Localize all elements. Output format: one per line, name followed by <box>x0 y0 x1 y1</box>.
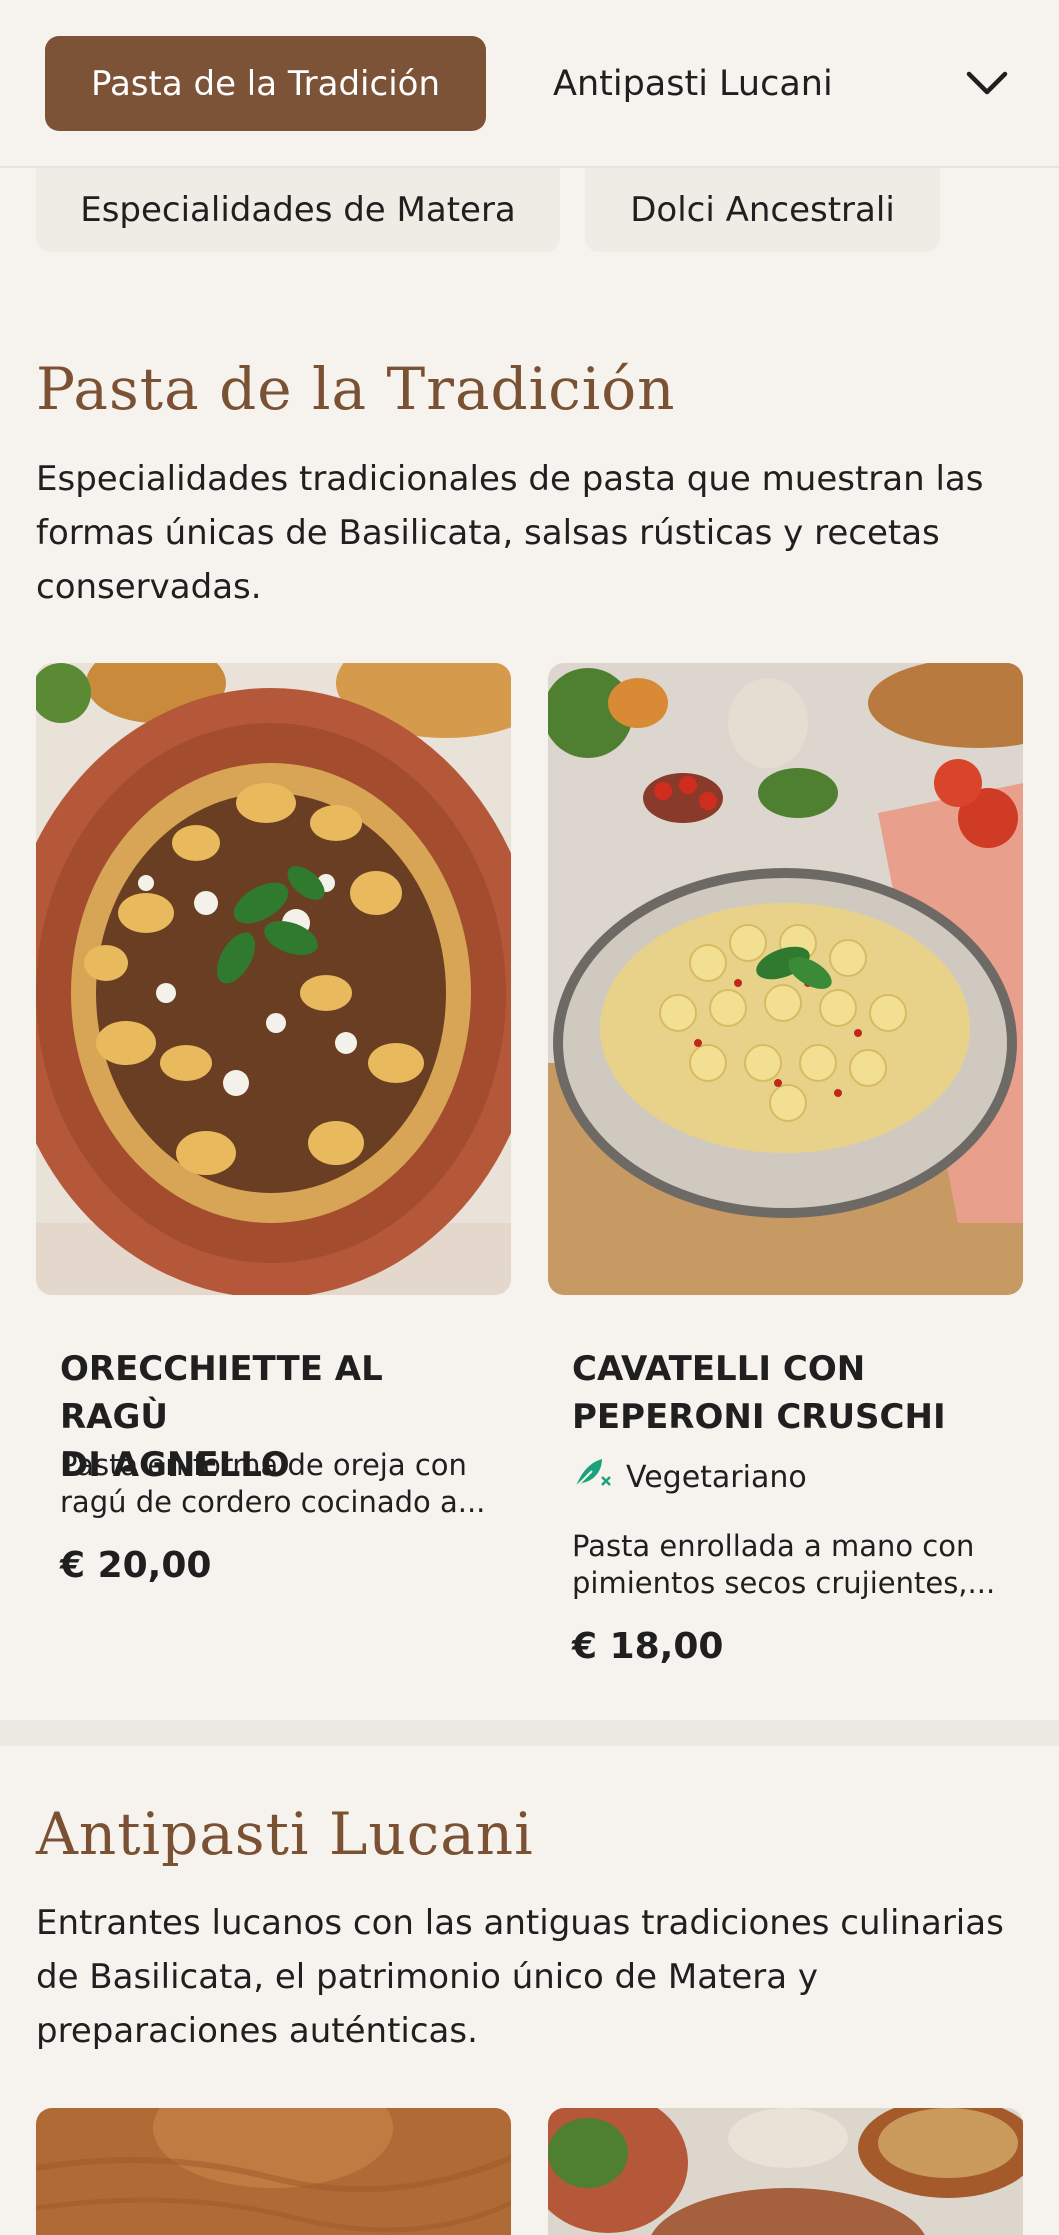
dish-name-line: CAVATELLI CON <box>572 1349 866 1389</box>
description-line: Especialidades tradicionales de pasta qu… <box>36 459 984 499</box>
section-divider <box>0 1720 1059 1746</box>
dish-image-orecchiette[interactable] <box>36 663 511 1295</box>
description-line: formas únicas de Basilicata, salsas rúst… <box>36 513 940 553</box>
section-title: Pasta de la Tradición <box>36 355 676 423</box>
description-line: Entrantes lucanos con las antiguas tradi… <box>36 1903 1004 1943</box>
dish-name: CAVATELLI CON PEPERONI CRUSCHI <box>572 1345 1002 1441</box>
dish-description-line: Pasta en forma de oreja con <box>60 1448 467 1482</box>
tab-pasta-de-la-tradicion[interactable]: Pasta de la Tradición <box>45 36 486 131</box>
tab-antipasti-lucani[interactable]: Antipasti Lucani <box>553 36 833 131</box>
dish-image[interactable] <box>548 2108 1023 2235</box>
dish-name-line: ORECCHIETTE AL RAGÙ <box>60 1349 383 1437</box>
section-description: Especialidades tradicionales de pasta qu… <box>36 452 1016 614</box>
dish-description: Pasta en forma de oreja con ragú de cord… <box>60 1447 490 1521</box>
dish-description-line: ragú de cordero cocinado a... <box>60 1485 486 1519</box>
dish-image[interactable] <box>36 2108 511 2235</box>
description-line: preparaciones auténticas. <box>36 2011 478 2051</box>
chevron-down-icon[interactable] <box>962 58 1012 108</box>
description-line: de Basilicata, el patrimonio único de Ma… <box>36 1957 819 1997</box>
dish-price: € 18,00 <box>572 1626 724 1667</box>
dish-description-line: Pasta enrollada a mano con <box>572 1529 975 1563</box>
vegetarian-badge: Vegetariano <box>572 1455 807 1499</box>
section-description: Entrantes lucanos con las antiguas tradi… <box>36 1896 1016 2058</box>
leaf-icon <box>572 1455 626 1499</box>
dish-name-line: PEPERONI CRUSCHI <box>572 1397 946 1437</box>
dish-description: Pasta enrollada a mano con pimientos sec… <box>572 1528 1002 1602</box>
section-title: Antipasti Lucani <box>36 1800 534 1868</box>
dish-description-line: pimientos secos crujientes,... <box>572 1566 996 1600</box>
description-line: conservadas. <box>36 567 262 607</box>
vegetarian-label: Vegetariano <box>626 1459 807 1495</box>
dish-price: € 20,00 <box>60 1545 212 1586</box>
category-nav: Pasta de la Tradición Antipasti Lucani <box>0 0 1059 168</box>
tab-dolci-ancestrali[interactable]: Dolci Ancestrali <box>585 168 940 252</box>
dish-image-cavatelli[interactable] <box>548 663 1023 1295</box>
tab-especialidades-de-matera[interactable]: Especialidades de Matera <box>36 168 560 252</box>
